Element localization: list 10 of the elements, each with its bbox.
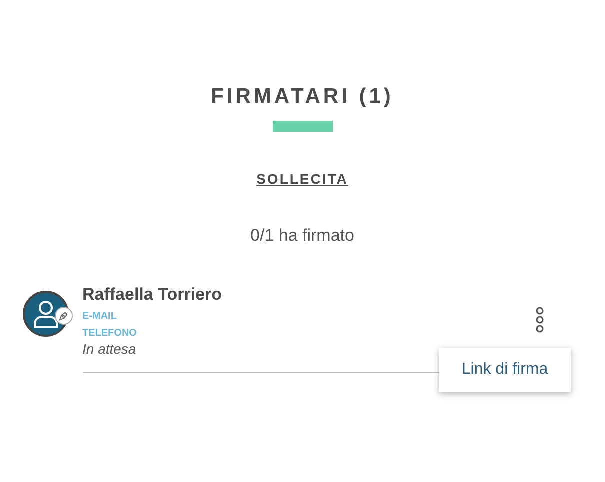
person-icon [32, 300, 58, 328]
accent-bar [272, 121, 332, 132]
more-options-icon[interactable] [534, 307, 546, 333]
menu-item[interactable]: Link di firma [439, 359, 571, 381]
signer-name: Raffaella Torriero [82, 284, 224, 306]
section-title: FIRMATARI (1) [211, 84, 394, 110]
signer-status: In attesa [82, 340, 138, 358]
pen-icon [54, 307, 72, 325]
signed-count: 0/1 ha firmato [250, 225, 354, 247]
remind-link[interactable]: SOLLECITA [256, 170, 348, 188]
